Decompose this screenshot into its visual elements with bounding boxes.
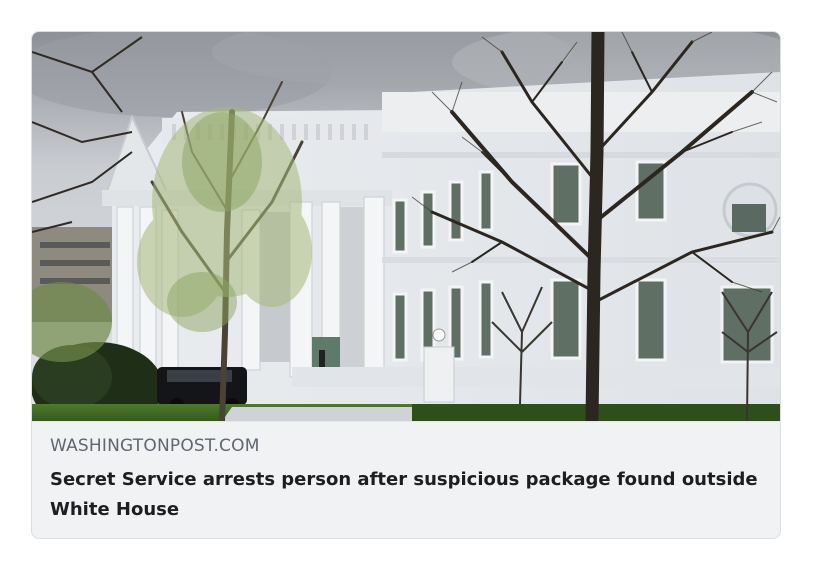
link-title[interactable]: Secret Service arrests person after susp… [50,465,765,525]
white-house-photo [32,32,780,421]
link-preview-card[interactable]: WASHINGTONPOST.COM Secret Service arrest… [31,31,781,539]
link-preview-meta: WASHINGTONPOST.COM Secret Service arrest… [32,421,780,538]
link-domain: WASHINGTONPOST.COM [50,436,260,456]
preview-image[interactable] [32,32,780,421]
